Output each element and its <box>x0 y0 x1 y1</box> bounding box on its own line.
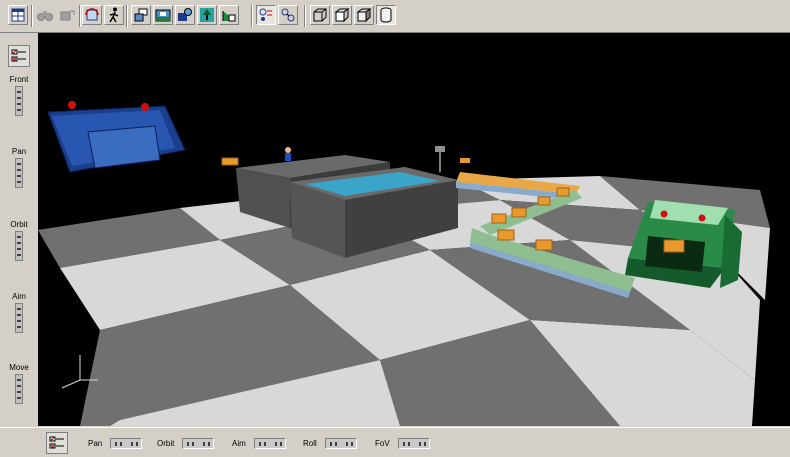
move-label: Move <box>9 363 29 372</box>
control-post <box>435 146 445 172</box>
box-shaded-icon[interactable] <box>354 5 374 25</box>
roll-field[interactable] <box>324 438 357 449</box>
box-wire-icon[interactable] <box>310 5 330 25</box>
orbit-label: Orbit <box>10 220 28 229</box>
move-slider[interactable] <box>15 374 23 404</box>
3d-viewport[interactable] <box>38 33 790 426</box>
aim-label: Aim <box>12 292 26 301</box>
checklist-toggle-icon[interactable] <box>8 45 30 67</box>
camera-status-bar: Pan Orbit Aim Roll FoV <box>0 427 790 457</box>
camera-link-icon[interactable] <box>57 5 77 25</box>
camera-tree-icon[interactable] <box>197 5 217 25</box>
pan-slider[interactable] <box>15 158 23 188</box>
aim-slider[interactable] <box>15 303 23 333</box>
camera-front-icon[interactable] <box>131 5 151 25</box>
main-toolbar <box>0 0 790 33</box>
pan-field[interactable] <box>110 438 143 449</box>
front-label: Front <box>9 75 29 84</box>
binoculars-icon[interactable] <box>35 5 55 25</box>
orange-crate <box>460 158 470 163</box>
orange-crate <box>221 157 239 166</box>
snap-to-icon[interactable] <box>256 5 276 25</box>
camera-controls-panel: Front Pan Orbit Aim Move <box>0 33 38 426</box>
walk-icon[interactable] <box>104 5 124 25</box>
camera-move-icon[interactable] <box>175 5 195 25</box>
orbit-field-label: Orbit <box>157 439 175 448</box>
fov-field[interactable] <box>397 438 430 449</box>
box-solid-icon[interactable] <box>332 5 352 25</box>
blue-machine <box>47 101 186 173</box>
orbit-field[interactable] <box>182 438 215 449</box>
checklist-icon[interactable] <box>46 432 68 454</box>
front-slider[interactable] <box>15 86 23 116</box>
camera-landscape-icon[interactable] <box>153 5 173 25</box>
aim-field-label: Aim <box>232 439 246 448</box>
cylinder-icon[interactable] <box>376 5 396 25</box>
layout-icon[interactable] <box>8 5 28 25</box>
aim-field[interactable] <box>253 438 286 449</box>
rotate-view-icon[interactable] <box>82 5 102 25</box>
orbit-slider[interactable] <box>15 231 23 261</box>
roll-field-label: Roll <box>303 439 317 448</box>
camera-grid-icon[interactable] <box>219 5 239 25</box>
pan-field-label: Pan <box>88 439 103 448</box>
fov-field-label: FoV <box>375 439 390 448</box>
rotate-to-icon[interactable] <box>278 5 298 25</box>
scene-render <box>38 101 770 426</box>
worker-figure <box>285 147 291 161</box>
pan-label: Pan <box>11 147 27 156</box>
